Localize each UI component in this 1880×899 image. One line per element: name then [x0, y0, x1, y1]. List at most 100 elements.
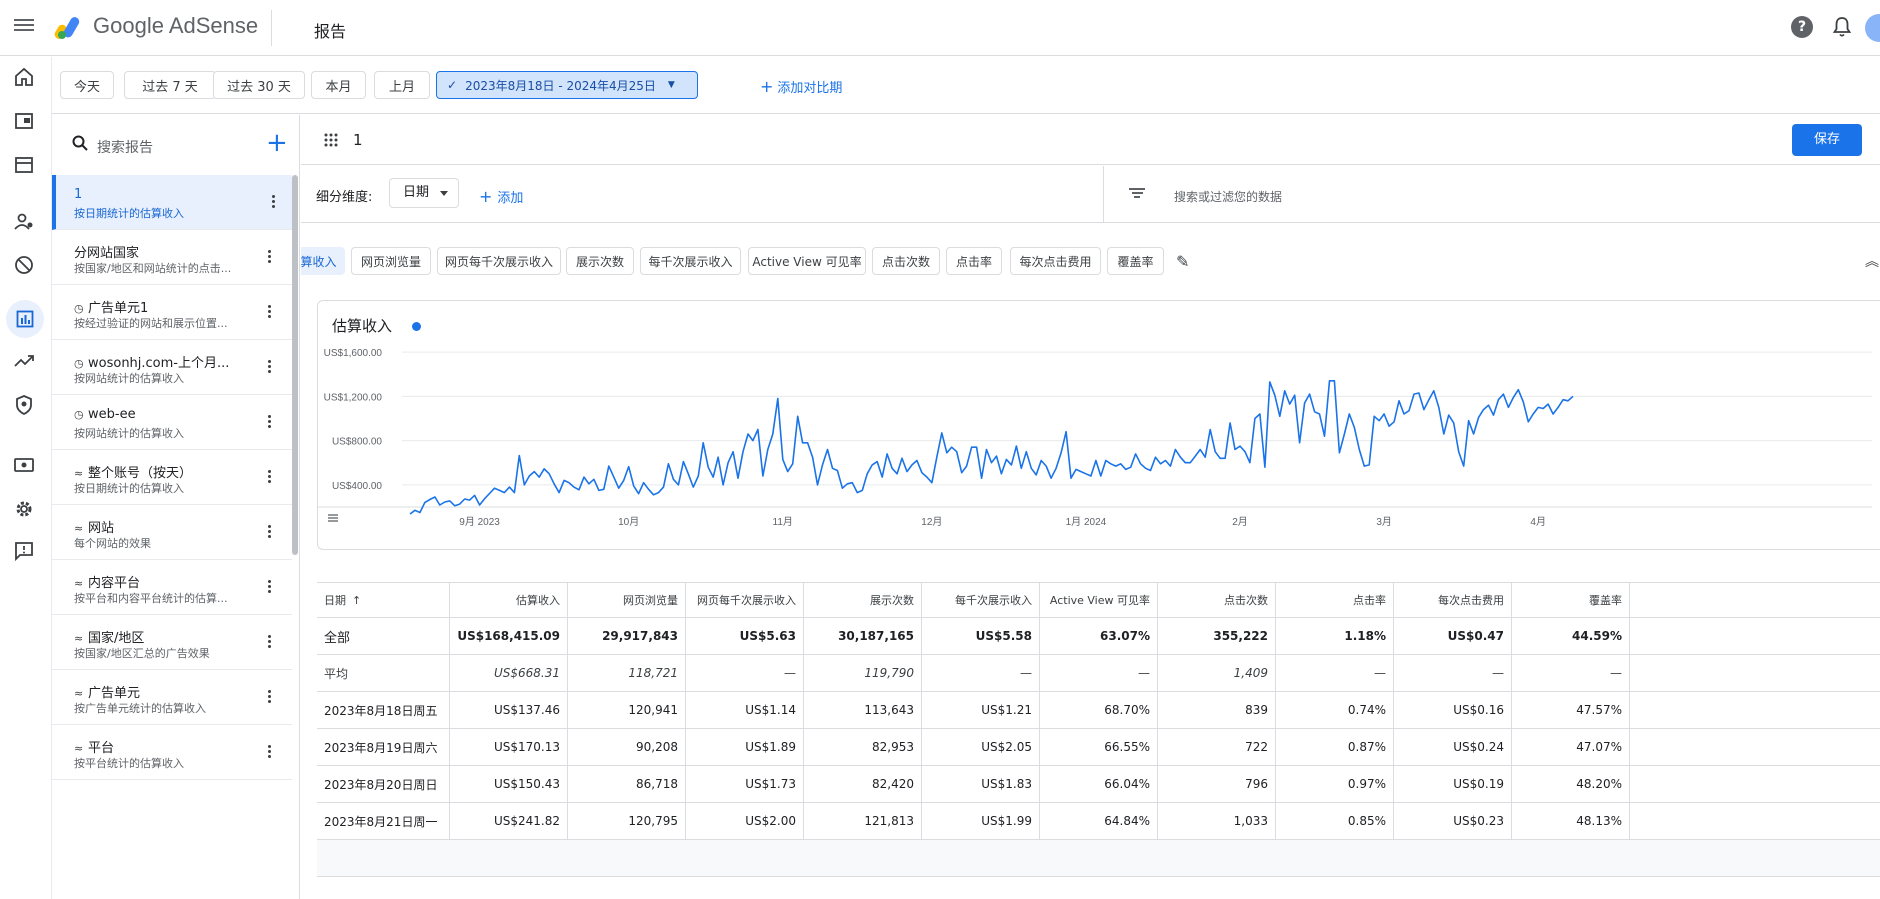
privacy-icon[interactable]	[12, 209, 36, 233]
report-item[interactable]: ≈ 网站 每个网站的效果	[52, 505, 292, 560]
table-row[interactable]: 2023年8月21日周一 US$241.82 120,795 US$2.00 121,8…	[317, 803, 1880, 840]
table-cell: 30,187,165	[804, 618, 922, 654]
report-item[interactable]: 1 按日期统计的估算收入	[52, 175, 292, 230]
metric-chip[interactable]: ✓估算收入	[301, 247, 345, 275]
table-row[interactable]: 2023年8月19日周六 US$170.13 90,208 US$1.89 82,953…	[317, 729, 1880, 766]
filter-search-input[interactable]: 搜索或过滤您的数据	[1174, 188, 1282, 205]
column-header[interactable]: 展示次数	[804, 583, 922, 617]
report-item[interactable]: ◷ 广告单元1 按经过验证的网站和展示位置...	[52, 285, 292, 340]
column-header[interactable]: 每次点击费用	[1394, 583, 1512, 617]
column-header[interactable]: 覆盖率	[1512, 583, 1630, 617]
table-row[interactable]: 2023年8月20日周日 US$150.43 86,718 US$1.73 82,420…	[317, 766, 1880, 803]
collapse-icon[interactable]: ︽	[1865, 251, 1879, 271]
column-header[interactable]: 每千次展示收入	[922, 583, 1040, 617]
metric-chip[interactable]: 点击次数	[872, 247, 940, 275]
filter-icon[interactable]	[1129, 186, 1145, 200]
block-icon[interactable]	[12, 253, 36, 277]
metric-chip[interactable]: 点击率	[946, 247, 1002, 275]
table-row-partial[interactable]	[317, 840, 1880, 877]
add-compare-link[interactable]: + 添加对比期	[760, 77, 842, 96]
column-header[interactable]: 点击率	[1276, 583, 1394, 617]
revenue-line-chart[interactable]: US$400.00 US$800.00 US$1,200.00 US$1,600.00…	[318, 301, 1880, 551]
table-cell: 47.07%	[1512, 729, 1630, 765]
more-options-icon[interactable]	[266, 743, 272, 761]
column-header[interactable]: 日期 ↑	[317, 583, 450, 617]
more-options-icon[interactable]	[266, 303, 272, 321]
report-item[interactable]: ≈ 内容平台 按平台和内容平台统计的估算...	[52, 560, 292, 615]
more-options-icon[interactable]	[266, 688, 272, 706]
metric-chip[interactable]: 网页每千次展示收入	[437, 247, 561, 275]
dimension-select[interactable]: 日期	[389, 178, 459, 208]
feedback-icon[interactable]	[12, 539, 36, 563]
metric-chip[interactable]: 展示次数	[566, 247, 634, 275]
new-report-plus-icon[interactable]: +	[266, 129, 288, 157]
drag-grid-icon[interactable]	[324, 133, 338, 147]
metric-chip[interactable]: 覆盖率	[1107, 247, 1164, 275]
report-search[interactable]: 搜索报告 +	[52, 115, 299, 175]
report-item[interactable]: 分网站国家 按国家/地区和网站统计的点击...	[52, 230, 292, 285]
more-options-icon[interactable]	[266, 468, 272, 486]
more-options-icon[interactable]	[266, 358, 272, 376]
table-cell: 119,790	[804, 655, 922, 691]
chart-table-toggle-icon[interactable]	[328, 514, 338, 522]
sparkline-icon: ≈	[74, 742, 84, 755]
more-options-icon[interactable]	[266, 413, 272, 431]
column-header[interactable]: Active View 可见率	[1040, 583, 1158, 617]
y-tick-label: US$800.00	[332, 437, 382, 448]
report-item[interactable]: ≈ 平台 按平台统计的估算收入	[52, 725, 292, 780]
preset-today[interactable]: 今天	[60, 71, 114, 99]
scrollbar[interactable]	[292, 175, 298, 555]
preset-last-month[interactable]: 上月	[374, 71, 430, 99]
column-header[interactable]: 网页浏览量	[568, 583, 686, 617]
more-options-icon[interactable]	[266, 633, 272, 651]
preset-last-7-days[interactable]: 过去 7 天	[124, 71, 216, 99]
trending-icon[interactable]	[12, 349, 36, 373]
menu-icon[interactable]	[14, 16, 34, 36]
gear-icon[interactable]	[12, 497, 36, 521]
metric-chip[interactable]: 每次点击费用	[1010, 247, 1101, 275]
report-item[interactable]: ≈ 国家/地区 按国家/地区汇总的广告效果	[52, 615, 292, 670]
preset-last-30-days[interactable]: 过去 30 天	[213, 71, 305, 99]
report-item[interactable]: ◷ web-ee 按网站统计的估算收入	[52, 395, 292, 450]
save-button[interactable]: 保存	[1792, 124, 1862, 156]
ads-icon[interactable]	[12, 153, 36, 177]
shield-icon[interactable]	[12, 393, 36, 417]
add-compare-label: 添加对比期	[777, 81, 843, 96]
notification-bell-icon[interactable]	[1832, 16, 1852, 38]
reports-icon[interactable]	[6, 300, 44, 338]
report-item[interactable]: ◷ wosonhj.com-上个月... 按网站统计的估算收入	[52, 340, 292, 395]
metric-chip[interactable]: 网页浏览量	[351, 247, 431, 275]
date-range-selector[interactable]: ✓ 2023年8月18日 - 2024年4月25日 ▼	[436, 71, 698, 99]
table-row[interactable]: 平均 US$668.31 118,721—119,790— —1,409— — —	[317, 655, 1880, 692]
column-header[interactable]: 点击次数	[1158, 583, 1276, 617]
report-name[interactable]: 1	[353, 131, 363, 149]
column-header[interactable]: 估算收入	[450, 583, 568, 617]
sort-arrow-icon[interactable]: ↑	[352, 594, 361, 607]
report-item-title-text: 网站	[88, 521, 115, 536]
avatar[interactable]	[1865, 14, 1880, 42]
dimension-label: 细分维度:	[316, 190, 373, 205]
table-row[interactable]: 全部 US$168,415.09 29,917,843 US$5.63 30,187,1…	[317, 618, 1880, 655]
payments-icon[interactable]	[12, 453, 36, 477]
report-item[interactable]: ≈ 整个账号（按天） 按日期统计的估算收入	[52, 450, 292, 505]
more-options-icon[interactable]	[270, 193, 276, 211]
edit-pencil-icon[interactable]: ✎	[1176, 252, 1189, 271]
metric-chip[interactable]: 每千次展示收入	[640, 247, 741, 275]
report-item[interactable]: ≈ 广告单元 按广告单元统计的估算收入	[52, 670, 292, 725]
add-dimension-button[interactable]: + 添加	[479, 187, 523, 206]
column-header[interactable]: 网页每千次展示收入	[686, 583, 804, 617]
x-tick-label: 12月	[921, 516, 942, 528]
help-icon[interactable]: ?	[1791, 16, 1813, 38]
table-cell: US$0.19	[1394, 766, 1512, 802]
sites-icon[interactable]	[12, 109, 36, 133]
preset-this-month[interactable]: 本月	[311, 71, 366, 99]
table-row[interactable]: 2023年8月18日周五 US$137.46 120,941 US$1.14 113,6…	[317, 692, 1880, 729]
search-input[interactable]: 搜索报告	[97, 137, 153, 157]
more-options-icon[interactable]	[266, 578, 272, 596]
more-options-icon[interactable]	[266, 248, 272, 266]
home-icon[interactable]	[12, 65, 36, 89]
left-nav	[0, 57, 52, 899]
series-line-estimated-revenue[interactable]	[409, 380, 1574, 515]
more-options-icon[interactable]	[266, 523, 272, 541]
metric-chip[interactable]: Active View 可见率	[748, 247, 866, 275]
